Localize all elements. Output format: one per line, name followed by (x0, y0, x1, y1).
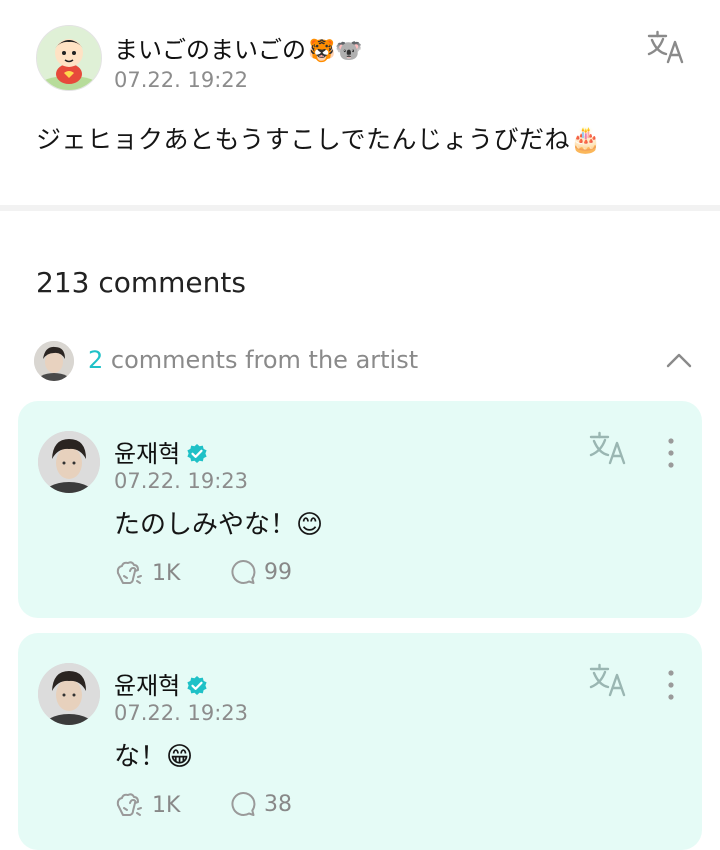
comment-timestamp: 07.22. 19:23 (114, 701, 248, 725)
post-author-avatar[interactable] (36, 25, 102, 91)
commenter-name-text: 윤재혁 (114, 672, 181, 700)
chevron-up-icon[interactable] (664, 346, 694, 376)
comment-bubble-icon (231, 791, 256, 816)
more-options-icon[interactable] (662, 436, 680, 470)
verified-badge-icon (187, 444, 207, 463)
author-emoji: 🐯🐨 (308, 39, 363, 64)
comment-translate-button[interactable] (588, 431, 628, 467)
comment-text: たのしみやな！😊 (114, 510, 324, 540)
comment-text: な！😁 (114, 742, 194, 772)
commenter-avatar[interactable] (38, 431, 100, 493)
post-author-name[interactable]: まいごのまいごの🐯🐨 (114, 30, 363, 65)
like-count: 1K (152, 792, 181, 818)
translate-icon (589, 663, 626, 697)
artist-comments-label: 2 comments from the artist (88, 346, 418, 374)
translate-icon (647, 30, 684, 64)
post-author-name-text: まいごのまいごの (114, 36, 306, 64)
reply-button[interactable]: 38 (230, 791, 292, 817)
post-body-text: ジェヒョクあともうすこしでたんじょうびだね🎂 (36, 125, 602, 154)
like-button[interactable]: 1K (114, 559, 180, 587)
commenter-name[interactable]: 윤재혁 (114, 666, 208, 701)
commenter-avatar[interactable] (38, 663, 100, 725)
artist-comments-number: 2 (88, 346, 104, 374)
comment-bubble-icon (231, 559, 256, 584)
commenter-name[interactable]: 윤재혁 (114, 434, 208, 469)
reply-button[interactable]: 99 (230, 559, 292, 585)
artist-comments-text: comments from the artist (110, 346, 419, 374)
cheer-icon (116, 561, 142, 584)
reply-count: 38 (264, 791, 292, 817)
artist-comment-card: 윤재혁 07.22. 19:23 たのしみやな！😊 1K 99 (18, 401, 702, 618)
translate-icon (589, 431, 626, 465)
comment-timestamp: 07.22. 19:23 (114, 469, 248, 493)
like-count: 1K (152, 560, 181, 586)
reply-count: 99 (264, 559, 292, 585)
artist-comment-card: 윤재혁 07.22. 19:23 な！😁 1K 38 (18, 633, 702, 850)
more-options-icon[interactable] (662, 668, 680, 702)
artist-avatar-small (34, 341, 74, 381)
artist-comments-toggle[interactable]: 2 comments from the artist (34, 341, 694, 381)
verified-badge-icon (187, 676, 207, 695)
comment-translate-button[interactable] (588, 663, 628, 699)
post-timestamp: 07.22. 19:22 (114, 68, 248, 92)
post-translate-button[interactable] (646, 30, 686, 66)
commenter-name-text: 윤재혁 (114, 440, 181, 468)
cheer-icon (116, 793, 142, 816)
comments-count: 213 comments (36, 266, 246, 299)
like-button[interactable]: 1K (114, 791, 180, 819)
section-divider (0, 205, 720, 211)
